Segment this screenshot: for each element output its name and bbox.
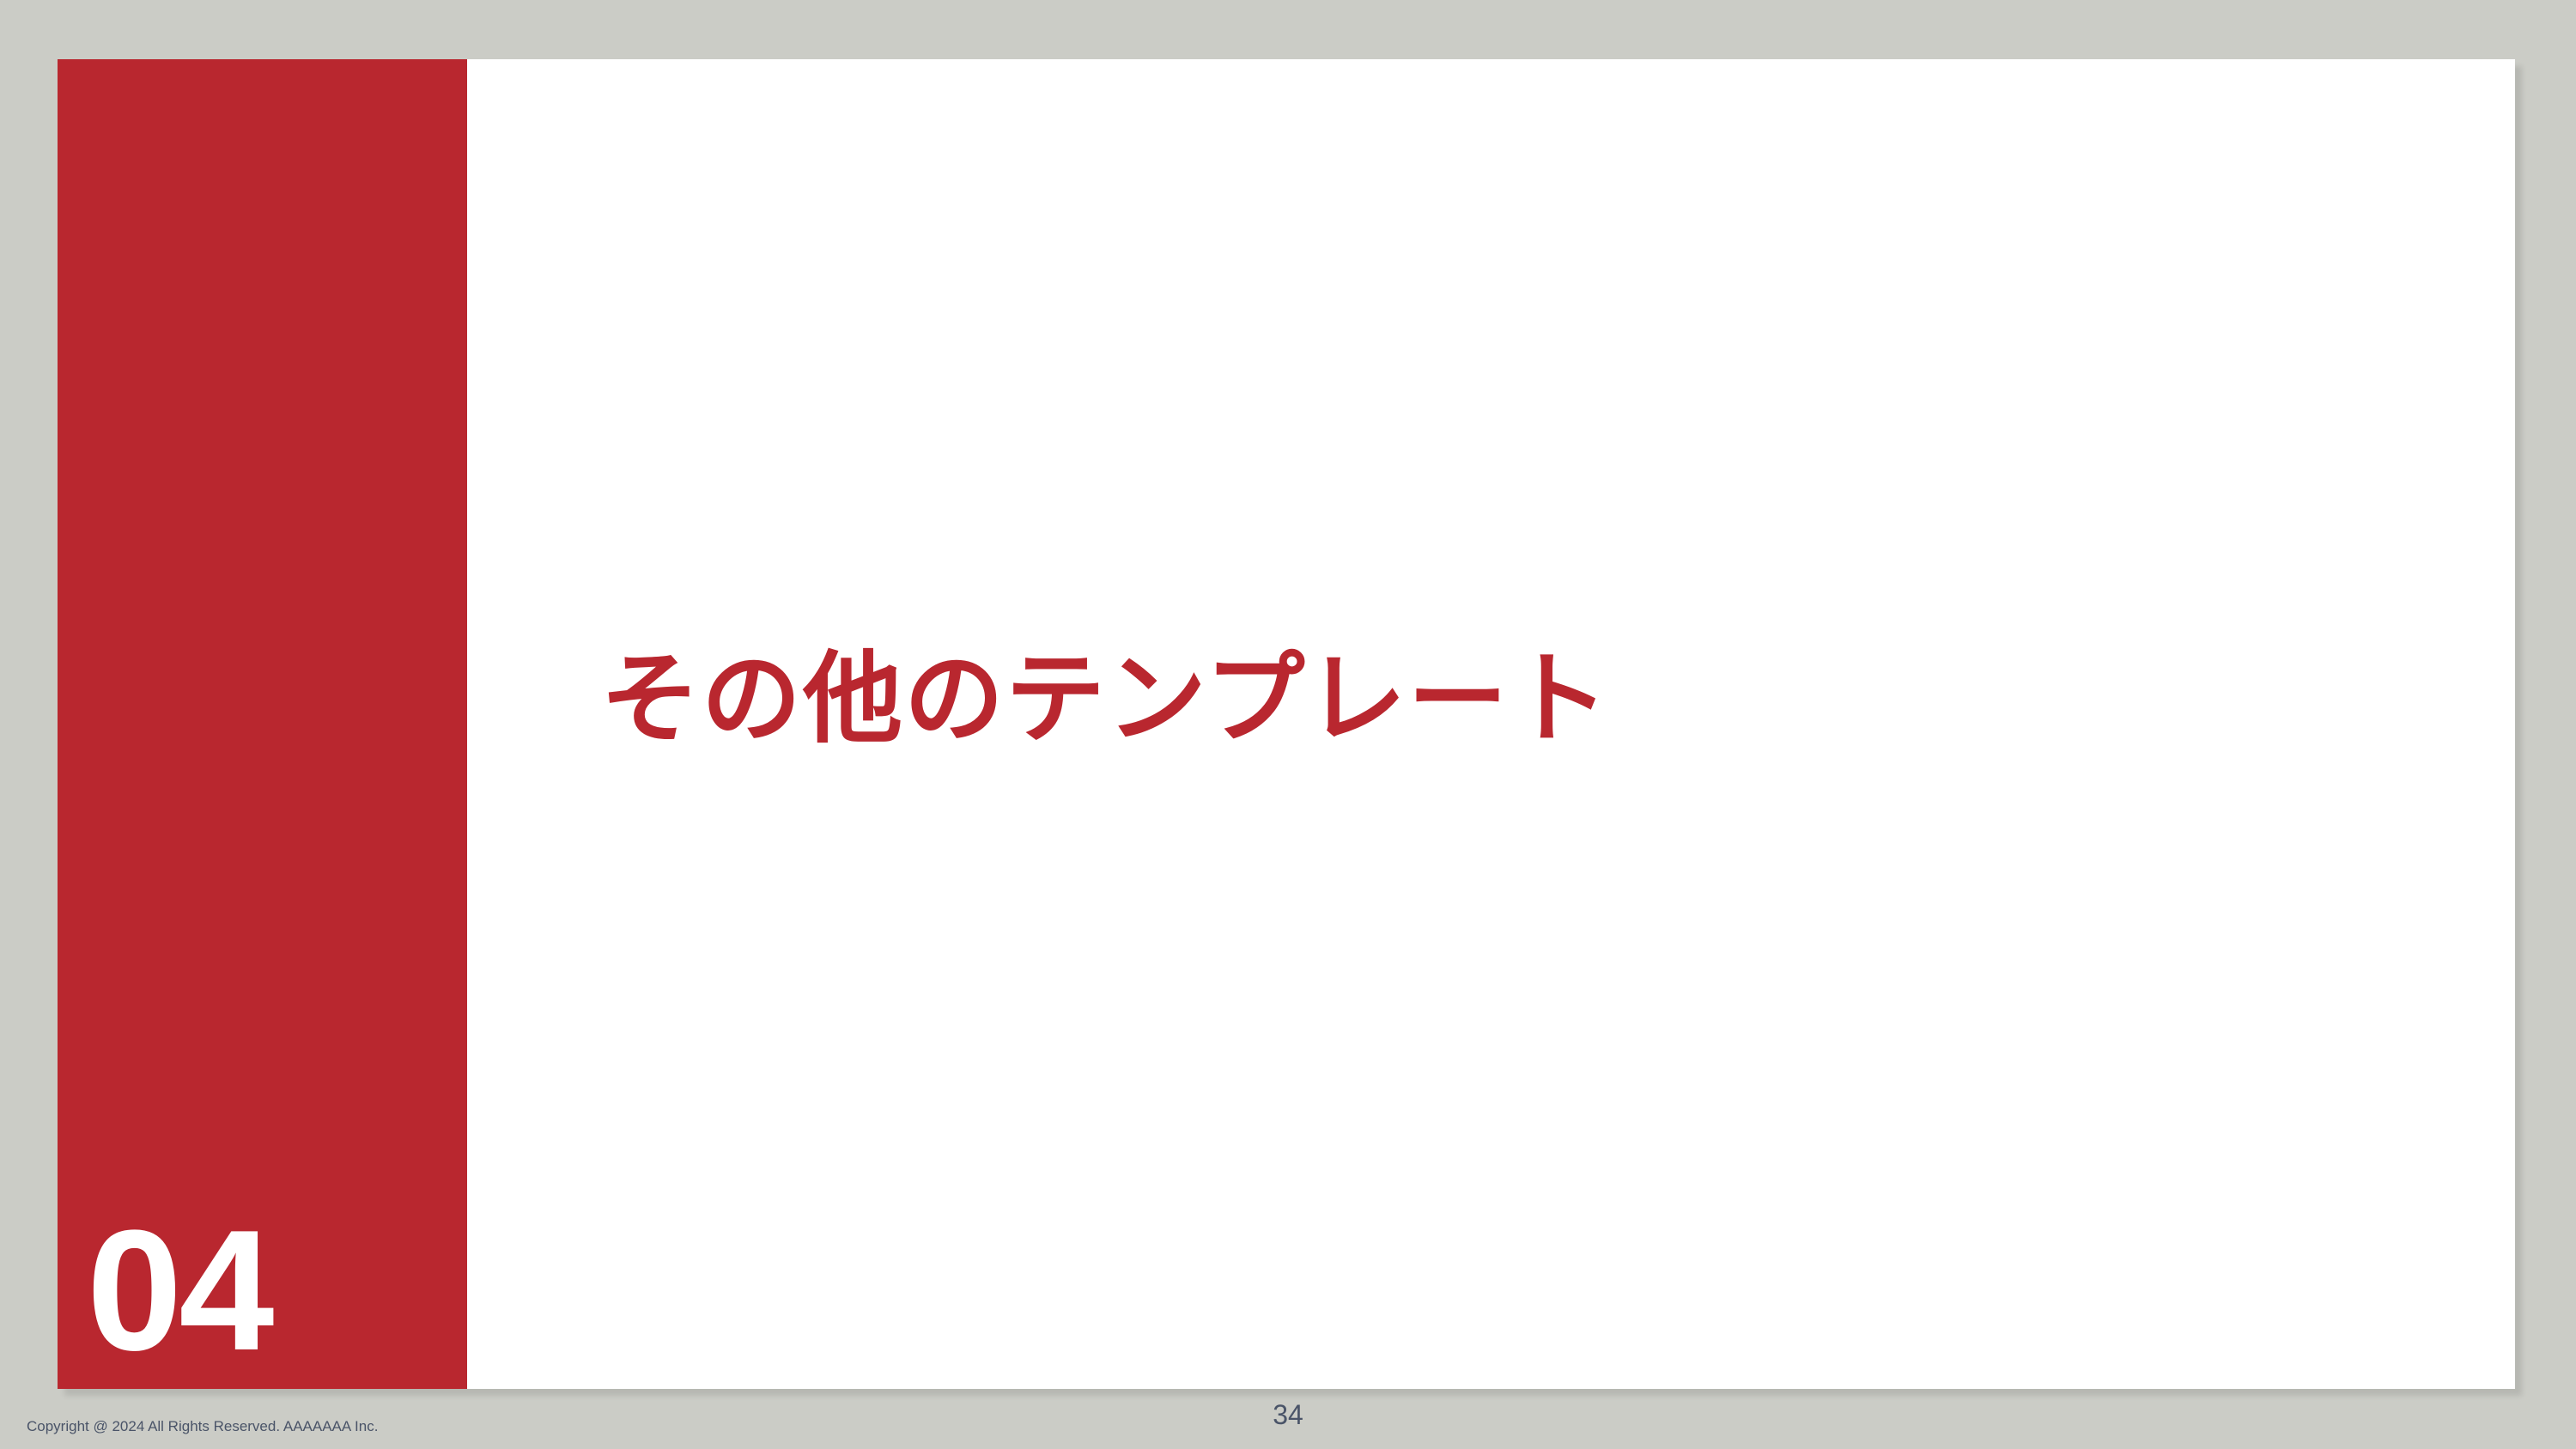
- slide-canvas: 04 その他のテンプレート: [58, 59, 2515, 1389]
- page: { "slide": { "section_number": "04", "ti…: [0, 0, 2576, 1449]
- section-color-panel: 04: [58, 59, 467, 1389]
- page-number: 34: [1273, 1399, 1303, 1430]
- section-title: その他のテンプレート: [600, 641, 1611, 757]
- copyright-notice: Copyright @ 2024 All Rights Reserved. AA…: [27, 1418, 379, 1434]
- section-number: 04: [87, 1195, 274, 1386]
